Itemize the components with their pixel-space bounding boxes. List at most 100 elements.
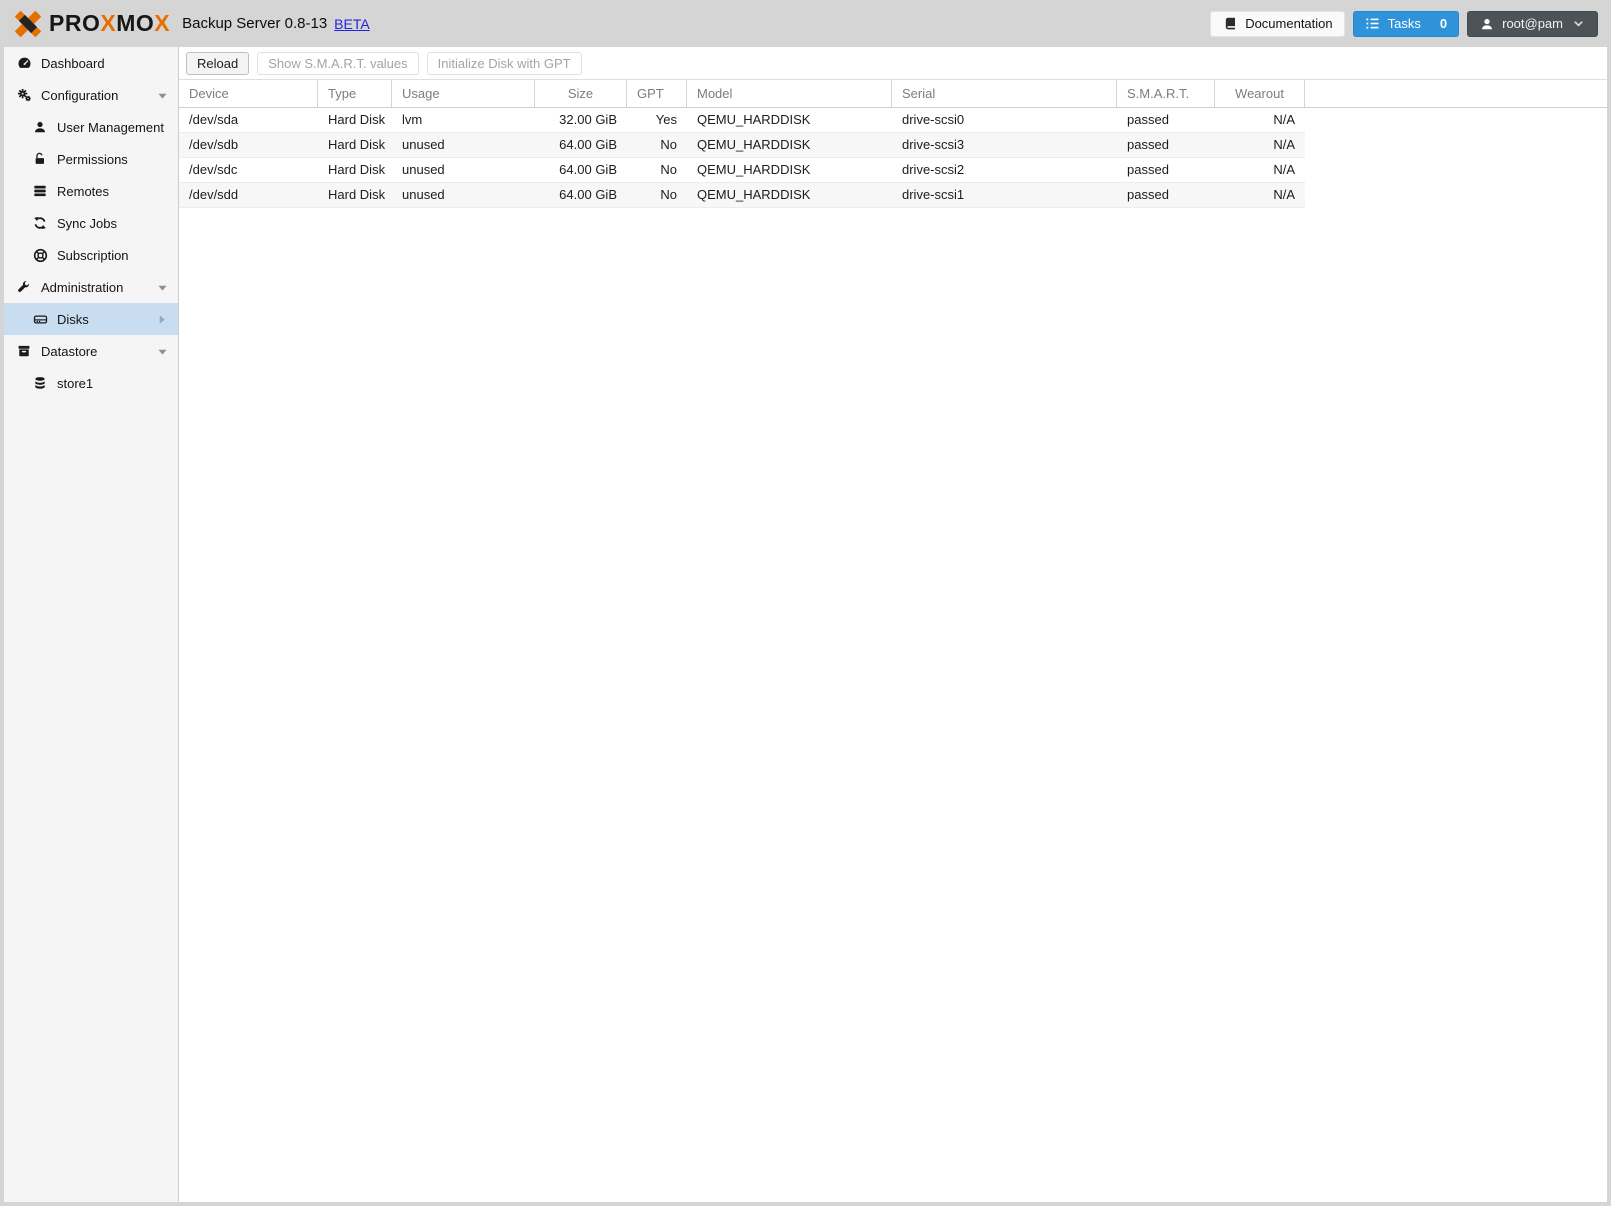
sidebar-item-label: Permissions [57,151,128,167]
cell-model: QEMU_HARDDISK [697,112,811,127]
sidebar-item-administration[interactable]: Administration [4,271,178,303]
cell-type: Hard Disk [328,162,386,177]
cell-type: Hard Disk [328,112,386,127]
sidebar-item-configuration[interactable]: Configuration [4,79,178,111]
header-actions: Documentation Tasks 0 root@pam [1210,10,1598,37]
column-header-type[interactable]: Type [318,80,392,107]
book-icon [1222,16,1238,32]
top-header-bar: PROXMOX Backup Server 0.8-13 BETA Docume… [0,0,1611,47]
sidebar-item-label: Sync Jobs [57,215,117,231]
cell-wearout: N/A [1273,187,1295,202]
column-header-filler [1305,80,1607,107]
column-header-model[interactable]: Model [687,80,892,107]
column-header-smart[interactable]: S.M.A.R.T. [1117,80,1215,107]
cell-serial: drive-scsi3 [902,137,965,152]
column-header-gpt[interactable]: GPT [627,80,687,107]
column-header-device[interactable]: Device [179,80,318,107]
cell-serial: drive-scsi0 [902,112,965,127]
cell-gpt: No [660,162,677,177]
show-smart-values-button[interactable]: Show S.M.A.R.T. values [257,51,419,75]
cell-wearout: N/A [1273,162,1295,177]
disks-toolbar: Reload Show S.M.A.R.T. values Initialize… [179,47,1607,79]
grid-body: /dev/sda Hard Disk lvm 32.00 GiB Yes QEM… [179,108,1607,208]
collapse-arrow-icon[interactable] [154,87,170,103]
table-row[interactable]: /dev/sda Hard Disk lvm 32.00 GiB Yes QEM… [179,108,1305,133]
cell-device: /dev/sdd [189,187,239,202]
hdd-icon [32,311,48,327]
chevron-down-icon [1570,16,1586,32]
sidebar-item-sync-jobs[interactable]: Sync Jobs [4,207,178,239]
documentation-label: Documentation [1245,16,1333,31]
task-list-icon [1365,16,1381,32]
cell-type: Hard Disk [328,137,386,152]
sidebar-item-remotes[interactable]: Remotes [4,175,178,207]
cell-device: /dev/sdb [189,137,239,152]
tasks-label: Tasks [1387,16,1421,31]
cell-smart: passed [1127,137,1169,152]
column-header-wearout[interactable]: Wearout [1215,80,1305,107]
reload-button[interactable]: Reload [186,51,250,75]
cell-smart: passed [1127,162,1169,177]
wrench-icon [16,279,32,295]
cell-model: QEMU_HARDDISK [697,137,811,152]
sidebar-item-label: Remotes [57,183,110,199]
user-menu-button[interactable]: root@pam [1467,10,1598,37]
dashboard-icon [16,55,32,71]
cell-usage: lvm [402,112,423,127]
column-header-serial[interactable]: Serial [892,80,1117,107]
table-row[interactable]: /dev/sdc Hard Disk unused 64.00 GiB No Q… [179,158,1305,183]
table-row[interactable]: /dev/sdb Hard Disk unused 64.00 GiB No Q… [179,133,1305,158]
chevron-right-icon [154,311,170,327]
collapse-arrow-icon[interactable] [154,343,170,359]
cell-gpt: No [660,137,677,152]
sidebar: Dashboard Configuration User Management … [4,47,179,1202]
database-icon [32,375,48,391]
sidebar-item-disks[interactable]: Disks [4,303,178,335]
sidebar-item-label: Disks [57,311,89,327]
app-frame: Dashboard Configuration User Management … [4,47,1607,1202]
proxmox-logo: PROXMOX [13,9,170,39]
sidebar-item-label: store1 [57,375,94,391]
cell-usage: unused [402,137,445,152]
sidebar-item-store1[interactable]: store1 [4,367,178,399]
cell-smart: passed [1127,187,1169,202]
sidebar-item-subscription[interactable]: Subscription [4,239,178,271]
life-ring-icon [32,247,48,263]
cell-size: 32.00 GiB [559,112,617,127]
unlock-icon [32,151,48,167]
table-row[interactable]: /dev/sdd Hard Disk unused 64.00 GiB No Q… [179,183,1305,208]
archive-icon [16,343,32,359]
tasks-button[interactable]: Tasks 0 [1352,10,1460,37]
proxmox-x-icon [14,10,42,37]
sidebar-item-datastore[interactable]: Datastore [4,335,178,367]
cell-gpt: No [660,187,677,202]
user-label: root@pam [1502,16,1563,31]
initialize-gpt-button[interactable]: Initialize Disk with GPT [426,51,582,75]
cell-size: 64.00 GiB [559,187,617,202]
page-title: Backup Server 0.8-13 [182,15,328,32]
sidebar-item-dashboard[interactable]: Dashboard [4,47,178,79]
sidebar-item-label: Datastore [41,343,98,359]
column-header-usage[interactable]: Usage [392,80,535,107]
cell-device: /dev/sdc [189,162,238,177]
beta-link[interactable]: BETA [334,16,370,32]
cell-usage: unused [402,162,445,177]
sidebar-item-user-management[interactable]: User Management [4,111,178,143]
gears-icon [16,87,32,103]
cell-model: QEMU_HARDDISK [697,162,811,177]
user-icon [1479,16,1495,32]
cell-serial: drive-scsi1 [902,187,965,202]
sync-icon [32,215,48,231]
sidebar-item-permissions[interactable]: Permissions [4,143,178,175]
cell-wearout: N/A [1273,112,1295,127]
column-header-size[interactable]: Size [535,80,627,107]
cell-gpt: Yes [655,112,677,127]
sidebar-item-label: User Management [57,119,164,135]
proxmox-wordmark: PROXMOX [49,10,171,36]
documentation-button[interactable]: Documentation [1210,10,1345,37]
disks-panel: Reload Show S.M.A.R.T. values Initialize… [179,47,1607,1202]
grid-header-row: Device Type Usage Size GPT Model Serial … [179,79,1607,108]
collapse-arrow-icon[interactable] [154,279,170,295]
sidebar-item-label: Subscription [57,247,129,263]
cell-size: 64.00 GiB [559,137,617,152]
